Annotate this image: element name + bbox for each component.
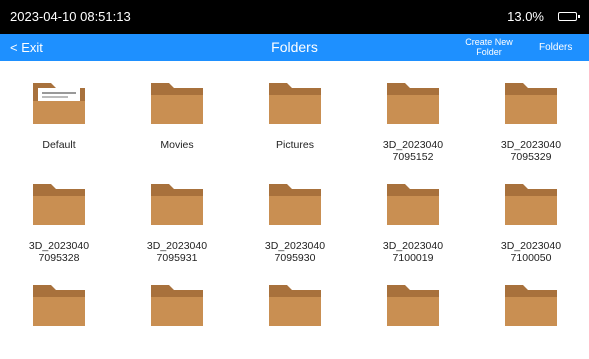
- folder-icon: [151, 83, 203, 124]
- folder-icon: [151, 184, 203, 225]
- folder-icon: [387, 184, 439, 225]
- create-new-folder-button[interactable]: Create New Folder: [457, 37, 521, 57]
- folder-tile[interactable]: 3D_2023040 7095931: [118, 162, 236, 264]
- status-time: 2023-04-10 08:51:13: [10, 9, 131, 24]
- folder-tile[interactable]: [354, 263, 472, 359]
- folder-icon: [269, 184, 321, 225]
- folder-icon: [505, 83, 557, 124]
- folder-icon: [387, 285, 439, 326]
- folder-open-icon: [33, 83, 85, 124]
- title-bar: < Exit Folders Create New Folder Folders: [0, 34, 589, 61]
- create-new-folder-label-line2: Folder: [476, 47, 502, 57]
- folder-label: Movies: [160, 139, 194, 151]
- folder-icon: [505, 285, 557, 326]
- folder-tile[interactable]: 3D_2023040 7095152: [354, 61, 472, 163]
- folder-label: Pictures: [276, 139, 314, 151]
- folder-tile[interactable]: 3D_2023040 7095329: [472, 61, 589, 163]
- folder-icon: [505, 184, 557, 225]
- folder-tile[interactable]: Movies: [118, 61, 236, 157]
- folder-tile[interactable]: [236, 263, 354, 359]
- battery-icon: [558, 12, 580, 21]
- create-new-folder-label-line1: Create New: [465, 37, 513, 47]
- folder-tile[interactable]: Default: [0, 61, 118, 157]
- folder-tile[interactable]: 3D_2023040 7095930: [236, 162, 354, 264]
- folder-icon: [387, 83, 439, 124]
- folder-label: Default: [42, 139, 76, 151]
- folder-tile[interactable]: 3D_2023040 7100050: [472, 162, 589, 264]
- folder-label: 3D_2023040 7095931: [146, 240, 208, 264]
- folder-tile[interactable]: Pictures: [236, 61, 354, 157]
- folder-tile[interactable]: 3D_2023040 7095328: [0, 162, 118, 264]
- folders-button[interactable]: Folders: [539, 42, 572, 53]
- folder-label: 3D_2023040 7100019: [382, 240, 444, 264]
- folder-tile[interactable]: 3D_2023040 7100019: [354, 162, 472, 264]
- folder-icon: [269, 83, 321, 124]
- folder-icon: [33, 184, 85, 225]
- status-bar: 2023-04-10 08:51:13 13.0%: [0, 0, 589, 34]
- folder-icon: [151, 285, 203, 326]
- folder-label: 3D_2023040 7095328: [28, 240, 90, 264]
- folder-grid: Default Movies Pictures 3D_2023040 709515…: [0, 61, 589, 334]
- folder-icon: [33, 285, 85, 326]
- folder-label: 3D_2023040 7095152: [382, 139, 444, 163]
- folder-tile[interactable]: [118, 263, 236, 359]
- battery-percent: 13.0%: [507, 9, 544, 24]
- folder-icon: [269, 285, 321, 326]
- folder-tile[interactable]: [0, 263, 118, 359]
- folder-label: 3D_2023040 7095329: [500, 139, 562, 163]
- folder-label: 3D_2023040 7095930: [264, 240, 326, 264]
- folder-tile[interactable]: [472, 263, 589, 359]
- folder-label: 3D_2023040 7100050: [500, 240, 562, 264]
